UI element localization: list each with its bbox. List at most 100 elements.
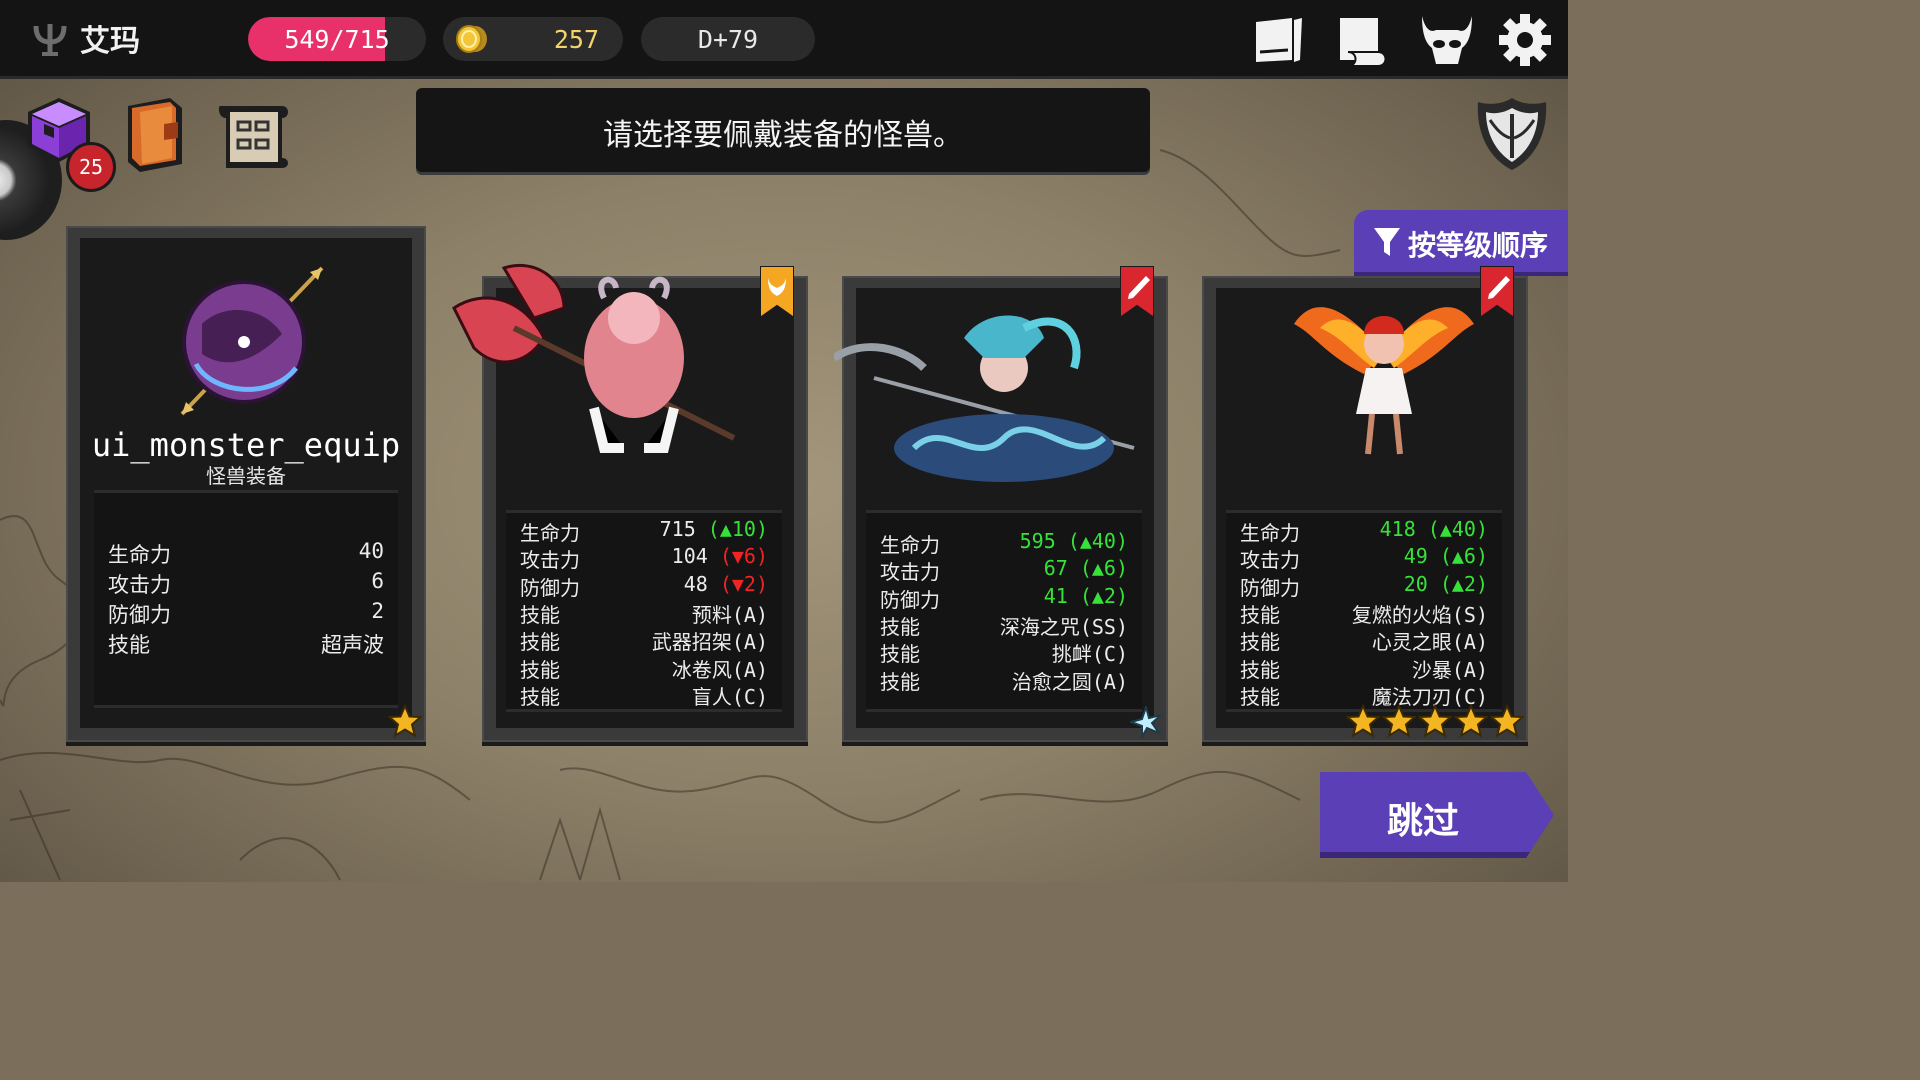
box-count-badge: 25 bbox=[66, 142, 116, 192]
skip-button[interactable]: 跳过 bbox=[1320, 772, 1554, 858]
stat-value: 挑衅(C) bbox=[1051, 642, 1128, 667]
stat-value: 20 (▲2) bbox=[1403, 571, 1488, 596]
star-icon bbox=[1380, 703, 1418, 738]
stat-delta: (▼2) bbox=[719, 571, 768, 596]
portrait-wrap bbox=[1284, 284, 1484, 468]
stat-label: 技能 bbox=[880, 642, 920, 667]
stat-label: 生命力 bbox=[880, 533, 940, 557]
monster-card[interactable]: 生命力 595 (▲40) 攻击力 67 (▲6) 防御力 41 (▲2) 技能 深海之咒(S… bbox=[831, 266, 1168, 742]
book-icon[interactable] bbox=[1248, 12, 1306, 68]
stat-value: 715 (▲10) bbox=[660, 517, 768, 541]
card-name: ui_monster_equip bbox=[91, 426, 401, 464]
stat-value: 超声波 bbox=[321, 633, 384, 657]
stat-row: 技能 冰卷风(A) bbox=[520, 654, 768, 682]
stat-row: 技能 沙暴(A) bbox=[1240, 654, 1488, 682]
portrait-wrap bbox=[831, 298, 1154, 492]
stat-panel: 生命力 418 (▲40) 攻击力 49 (▲6) 防御力 20 (▲2) 技能 复燃的火焰(… bbox=[1226, 510, 1502, 712]
equip-edit-icon bbox=[1480, 266, 1514, 318]
crystal-orb-icon bbox=[180, 266, 324, 416]
skip-label: 跳过 bbox=[1386, 801, 1459, 842]
stat-row: 技能 超声波 bbox=[108, 629, 384, 657]
stat-base-value: 104 bbox=[671, 544, 720, 569]
stat-row: 生命力 40 bbox=[108, 539, 384, 567]
trident-emblem-icon bbox=[33, 24, 67, 56]
stat-value: 48 (▼2) bbox=[684, 572, 768, 596]
hp-bar: 549/715 bbox=[248, 17, 426, 61]
scroll-icon[interactable] bbox=[1334, 12, 1392, 68]
stat-label: 生命力 bbox=[108, 543, 171, 567]
hp-text: 549/715 bbox=[284, 25, 390, 54]
gold-counter: 257 bbox=[443, 17, 623, 61]
stat-row: 技能 盲人(C) bbox=[520, 681, 768, 709]
stat-label: 防御力 bbox=[1240, 575, 1300, 600]
demon-skull-icon[interactable] bbox=[1418, 12, 1476, 68]
stat-base-value: 48 bbox=[683, 571, 720, 596]
stat-label: 技能 bbox=[880, 669, 920, 694]
card-type: 怪兽装备 bbox=[206, 464, 286, 488]
stat-value: 2 bbox=[371, 599, 384, 623]
stat-row: 攻击力 49 (▲6) bbox=[1240, 544, 1488, 572]
stat-delta: (▼6) bbox=[719, 544, 768, 569]
day-text: D+79 bbox=[697, 25, 759, 54]
stat-label: 技能 bbox=[520, 630, 560, 655]
equipment-card[interactable]: ui_monster_equip 怪兽装备 生命力 40 攻击力 6 防御力 2 技能 超声波 bbox=[66, 226, 426, 742]
stat-label: 技能 bbox=[1240, 657, 1280, 682]
stat-value: 冰卷风(A) bbox=[671, 657, 768, 682]
stat-label: 防御力 bbox=[880, 587, 940, 612]
monster-portrait bbox=[831, 315, 1135, 482]
stat-row: 防御力 48 (▼2) bbox=[520, 572, 768, 600]
top-bar: 艾玛 549/715 257 D+79 bbox=[0, 0, 1568, 79]
rarity-stars bbox=[386, 703, 424, 740]
stat-panel: 生命力 40 攻击力 6 防御力 2 技能 超声波 bbox=[94, 490, 398, 708]
monster-card[interactable]: 生命力 418 (▲40) 攻击力 49 (▲6) 防御力 20 (▲2) 技能 复燃的火焰(… bbox=[1202, 266, 1528, 742]
monster-portrait bbox=[452, 263, 736, 453]
stat-value: 67 (▲6) bbox=[1043, 556, 1128, 581]
winged-shield-icon[interactable] bbox=[1474, 92, 1550, 174]
stat-value: 盲人(C) bbox=[691, 684, 768, 709]
stat-value: 104 (▼6) bbox=[672, 544, 768, 568]
stat-value: 595 (▲40) bbox=[1019, 529, 1128, 553]
portrait-wrap bbox=[444, 258, 744, 462]
stat-label: 生命力 bbox=[520, 521, 580, 545]
filter-icon bbox=[1374, 228, 1400, 256]
stat-label: 攻击力 bbox=[108, 573, 171, 597]
stat-value: 沙暴(A) bbox=[1411, 657, 1488, 682]
monster-portrait bbox=[1294, 307, 1474, 455]
tome-icon[interactable] bbox=[120, 94, 190, 174]
star-icon bbox=[1452, 703, 1490, 738]
stat-label: 技能 bbox=[520, 684, 560, 709]
stat-label: 防御力 bbox=[520, 575, 580, 600]
stat-row: 攻击力 6 bbox=[108, 569, 384, 597]
monster-card[interactable]: 生命力 715 (▲10) 攻击力 104 (▼6) 防御力 48 (▼2) 技能 预料(A)… bbox=[452, 263, 808, 742]
stat-row: 技能 预料(A) bbox=[520, 599, 768, 627]
stat-value: 复燃的火焰(S) bbox=[1351, 602, 1488, 627]
map-scroll-icon[interactable] bbox=[216, 98, 292, 170]
stat-row: 技能 挑衅(C) bbox=[880, 638, 1128, 667]
stat-panel: 生命力 595 (▲40) 攻击力 67 (▲6) 防御力 41 (▲2) 技能 深海之咒(S… bbox=[866, 510, 1142, 712]
sort-label: 按等级顺序 bbox=[1408, 229, 1549, 262]
stat-row: 技能 魔法刀刃(C) bbox=[1240, 681, 1488, 709]
stat-label: 技能 bbox=[108, 633, 150, 657]
stat-row: 技能 心灵之眼(A) bbox=[1240, 626, 1488, 654]
stat-label: 攻击力 bbox=[880, 560, 940, 585]
player-name: 艾玛 bbox=[80, 24, 140, 59]
stat-value: 武器招架(A) bbox=[651, 630, 768, 655]
stat-base-value: 715 bbox=[659, 517, 708, 541]
stat-delta: (▲10) bbox=[707, 517, 768, 541]
ice-star-icon bbox=[1127, 703, 1162, 741]
stat-value: 深海之咒(SS) bbox=[999, 614, 1128, 639]
stat-value: 418 (▲40) bbox=[1379, 517, 1488, 541]
stat-row: 防御力 20 (▲2) bbox=[1240, 571, 1488, 600]
gear-icon[interactable] bbox=[1496, 12, 1554, 68]
stat-label: 技能 bbox=[1240, 684, 1280, 709]
stat-row: 技能 深海之咒(SS) bbox=[880, 611, 1128, 639]
sort-by-level-button[interactable]: 按等级顺序 bbox=[1354, 210, 1568, 272]
star-icon bbox=[1488, 703, 1526, 738]
star-icon bbox=[1416, 703, 1454, 738]
star-icon bbox=[1344, 703, 1382, 738]
stat-value: 治愈之圆(A) bbox=[1011, 669, 1128, 694]
stat-label: 技能 bbox=[1240, 602, 1280, 627]
element-marker bbox=[1127, 703, 1162, 742]
stat-panel: 生命力 715 (▲10) 攻击力 104 (▼6) 防御力 48 (▼2) 技能 预料(A)… bbox=[506, 510, 782, 712]
stat-label: 生命力 bbox=[1240, 521, 1300, 545]
